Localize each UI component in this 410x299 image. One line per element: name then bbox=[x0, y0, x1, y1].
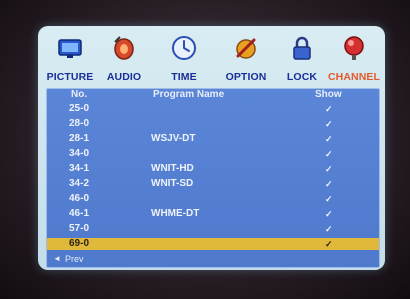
tv-menu: PICTURE AUDIO TIME OPTION LOCK CHANNEL N… bbox=[38, 26, 385, 270]
table-header: No. Program Name Show bbox=[47, 89, 379, 101]
channel-number: 46-0 bbox=[69, 193, 90, 204]
tab-label: PICTURE bbox=[46, 71, 94, 83]
prev-label: Prev bbox=[65, 254, 84, 264]
tab-time[interactable]: TIME bbox=[156, 28, 212, 88]
tab-label: CHANNEL bbox=[327, 71, 381, 83]
table-row[interactable]: 28-0 ✓ bbox=[47, 118, 379, 130]
channel-number: 69-0 bbox=[69, 238, 90, 249]
tab-label: TIME bbox=[171, 71, 197, 83]
tab-label: AUDIO bbox=[106, 71, 142, 83]
channel-list-panel: No. Program Name Show 25-0 ✓ 28-0 ✓ 28-1… bbox=[46, 88, 380, 268]
channel-number: 34-1 bbox=[69, 163, 90, 174]
program-name: WNIT-HD bbox=[151, 163, 194, 174]
tab-lock[interactable]: LOCK bbox=[274, 28, 330, 88]
program-name: WSJV-DT bbox=[151, 133, 196, 144]
prev-page-button[interactable]: ◄ Prev bbox=[47, 253, 379, 265]
tab-audio[interactable]: AUDIO bbox=[96, 28, 152, 88]
show-check[interactable]: ✓ bbox=[325, 223, 333, 235]
column-header-program-name: Program Name bbox=[153, 89, 225, 100]
program-name: WHME-DT bbox=[151, 208, 200, 219]
tab-picture[interactable]: PICTURE bbox=[42, 28, 98, 88]
table-row[interactable]: 25-0 ✓ bbox=[47, 103, 379, 115]
table-row[interactable]: 57-0 ✓ bbox=[47, 223, 379, 235]
show-check[interactable]: ✓ bbox=[325, 178, 333, 190]
table-row[interactable]: 46-0 ✓ bbox=[47, 193, 379, 205]
table-row[interactable]: 34-0 ✓ bbox=[47, 148, 379, 160]
table-row[interactable]: 34-1 WNIT-HD ✓ bbox=[47, 163, 379, 175]
show-check[interactable]: ✓ bbox=[325, 163, 333, 175]
tab-option[interactable]: OPTION bbox=[218, 28, 274, 88]
lock-icon bbox=[293, 36, 311, 60]
column-header-show: Show bbox=[315, 89, 342, 100]
channel-icon bbox=[344, 36, 364, 60]
table-row-selected[interactable]: 69-0 ✓ bbox=[47, 238, 379, 250]
show-check[interactable]: ✓ bbox=[325, 238, 333, 250]
column-header-no: No. bbox=[71, 89, 88, 100]
audio-icon bbox=[114, 36, 134, 60]
show-check[interactable]: ✓ bbox=[325, 133, 333, 145]
tab-label: OPTION bbox=[225, 71, 267, 83]
table-row[interactable]: 46-1 WHME-DT ✓ bbox=[47, 208, 379, 220]
channel-number: 28-1 bbox=[69, 133, 90, 144]
show-check[interactable]: ✓ bbox=[325, 118, 333, 130]
channel-number: 34-2 bbox=[69, 178, 90, 189]
channel-number: 34-0 bbox=[69, 148, 90, 159]
show-check[interactable]: ✓ bbox=[325, 193, 333, 205]
tab-channel[interactable]: CHANNEL bbox=[326, 28, 382, 88]
table-row[interactable]: 34-2 WNIT-SD ✓ bbox=[47, 178, 379, 190]
channel-number: 46-1 bbox=[69, 208, 90, 219]
channel-number: 25-0 bbox=[69, 103, 90, 114]
show-check[interactable]: ✓ bbox=[325, 103, 333, 115]
show-check[interactable]: ✓ bbox=[325, 148, 333, 160]
channel-number: 28-0 bbox=[69, 118, 90, 129]
tab-label: LOCK bbox=[286, 71, 318, 83]
menu-tab-bar: PICTURE AUDIO TIME OPTION LOCK CHANNEL bbox=[38, 26, 385, 90]
program-name: WNIT-SD bbox=[151, 178, 194, 189]
clock-icon bbox=[172, 36, 196, 60]
channel-number: 57-0 bbox=[69, 223, 90, 234]
picture-icon bbox=[58, 39, 82, 58]
option-icon bbox=[236, 38, 256, 59]
show-check[interactable]: ✓ bbox=[325, 208, 333, 220]
table-row[interactable]: 28-1 WSJV-DT ✓ bbox=[47, 133, 379, 145]
left-arrow-icon: ◄ bbox=[53, 254, 61, 263]
